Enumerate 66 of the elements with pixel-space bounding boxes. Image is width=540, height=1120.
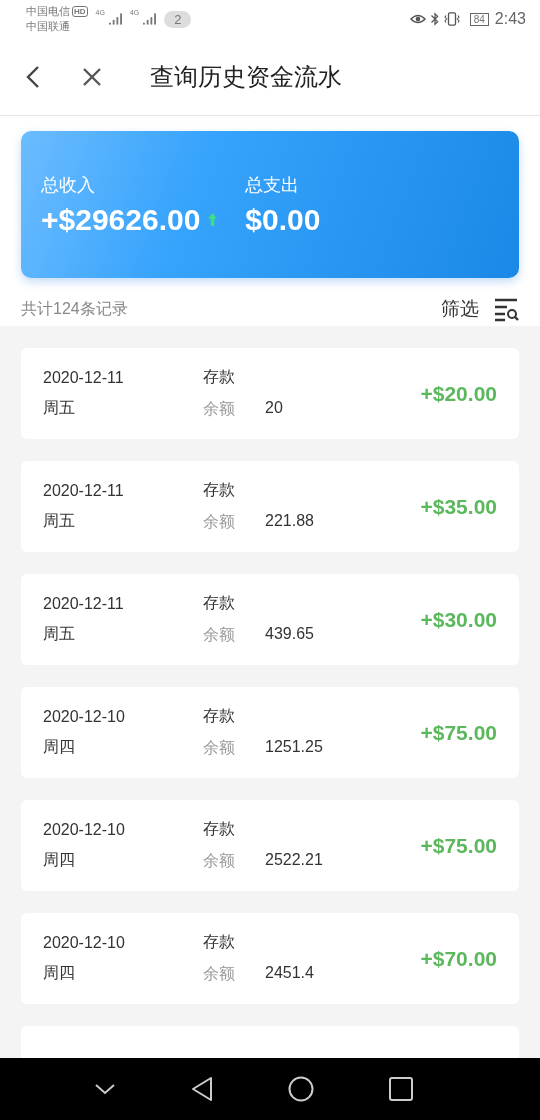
record-weekday: 周四 (43, 736, 76, 757)
record-date: 2020-12-11 (43, 481, 125, 500)
home-icon[interactable] (287, 1076, 314, 1102)
hd-badge: HD (72, 6, 88, 17)
up-arrow-icon (208, 213, 218, 226)
balance-label: 余额 (203, 512, 235, 532)
record-amount: +$20.00 (420, 381, 497, 406)
record-card[interactable]: 2020-12-10 周四 存款 余额 2451.4 +$70.00 (21, 913, 519, 1004)
recents-icon[interactable] (388, 1077, 413, 1101)
balance-label: 余额 (203, 625, 235, 645)
record-card[interactable]: 2020-12-11 周五 存款 余额 221.88 +$35.00 (21, 461, 519, 552)
record-card[interactable]: 2020-12-10 周四 存款 余额 2522.21 +$75.00 (21, 800, 519, 891)
record-amount: +$35.00 (420, 494, 497, 519)
balance-value: 221.88 (265, 512, 314, 531)
record-type: 存款 (203, 932, 236, 952)
record-date: 2020-12-10 (43, 820, 126, 839)
record-type: 存款 (203, 593, 236, 613)
record-weekday: 周五 (43, 397, 76, 418)
carrier-name: 中国联通 (26, 19, 71, 34)
record-weekday: 周四 (43, 962, 76, 983)
chevron-down-icon[interactable] (93, 1083, 116, 1095)
expense-label: 总支出 (245, 173, 301, 197)
record-amount: +$75.00 (420, 720, 497, 745)
clock: 2:43 (494, 10, 526, 28)
income-value: +$29626.00 (41, 202, 201, 237)
record-amount: +$75.00 (420, 833, 497, 858)
expense-value: $0.00 (245, 202, 321, 237)
record-card[interactable]: 2020-12-11 周五 存款 余额 20 +$20.00 (21, 348, 519, 439)
balance-label: 余额 (203, 738, 235, 758)
record-amount: +$70.00 (420, 946, 497, 971)
balance-value: 1251.25 (265, 738, 323, 757)
page-title: 查询历史资金流水 (150, 61, 342, 92)
notification-count: 2 (164, 10, 192, 28)
record-weekday: 周五 (43, 623, 76, 644)
balance-label: 余额 (203, 851, 235, 871)
record-type: 存款 (203, 367, 236, 387)
back-icon[interactable] (190, 1076, 213, 1102)
record-date: 2020-12-11 (43, 594, 125, 613)
balance-value: 439.65 (265, 625, 314, 644)
signal-icon (143, 13, 157, 25)
record-type: 存款 (203, 819, 236, 839)
carrier-name: 中国电信 (26, 4, 70, 19)
filter-button[interactable]: 筛选 (441, 296, 519, 322)
record-amount: +$30.00 (420, 607, 497, 632)
record-weekday: 周五 (43, 510, 76, 531)
record-date: 2020-12-10 (43, 933, 126, 952)
balance-label: 余额 (203, 399, 235, 419)
bluetooth-icon (429, 12, 440, 26)
balance-value: 20 (265, 399, 283, 418)
record-count: 共计124条记录 (21, 298, 128, 319)
record-date: 2020-12-11 (43, 368, 125, 387)
balance-label: 余额 (203, 964, 235, 984)
eye-icon (409, 12, 426, 26)
record-date: 2020-12-10 (43, 707, 126, 726)
battery-level: 84 (469, 12, 489, 26)
record-type: 存款 (203, 480, 236, 500)
balance-value: 2451.4 (265, 964, 314, 983)
record-type: 存款 (203, 706, 236, 726)
record-weekday: 周四 (43, 849, 76, 870)
vibrate-icon (443, 12, 460, 26)
balance-value: 2522.21 (265, 851, 323, 870)
income-label: 总收入 (41, 173, 96, 197)
signal-icon (108, 13, 122, 25)
filter-icon (493, 296, 519, 322)
record-card[interactable]: 2020-12-10 周四 存款 余额 1251.25 +$75.00 (21, 687, 519, 778)
record-card[interactable]: 2020-12-11 周五 存款 余额 439.65 +$30.00 (21, 574, 519, 665)
